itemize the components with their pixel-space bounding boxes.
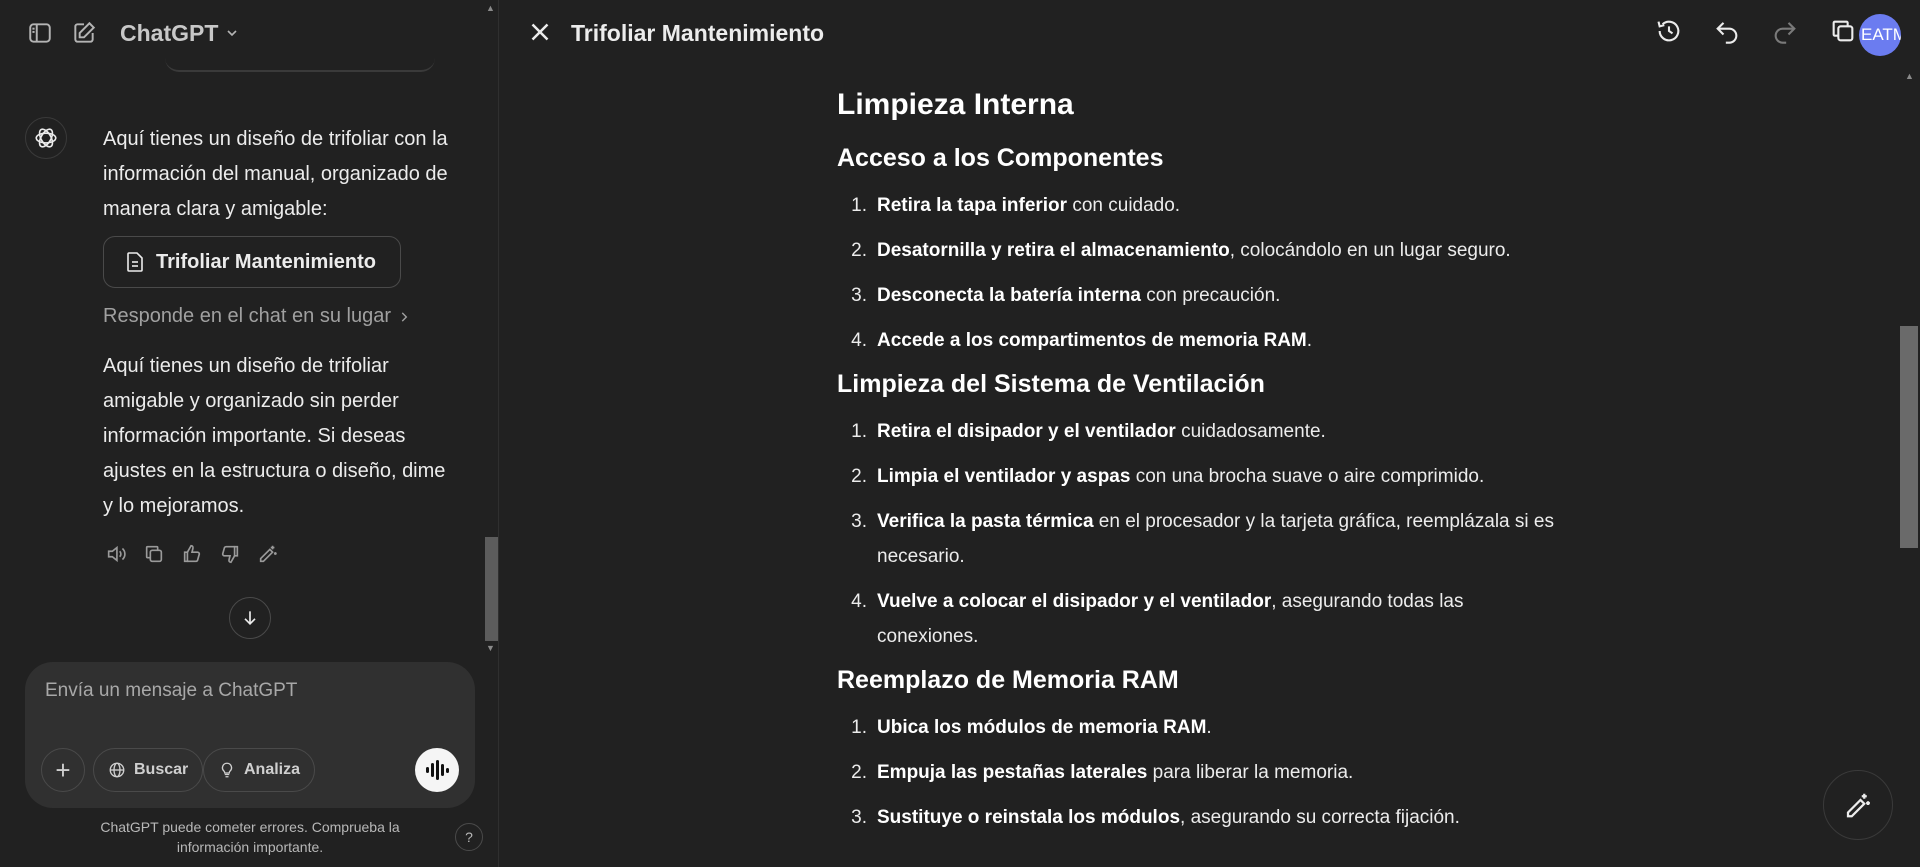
- document-content: Limpieza Interna Acceso a los Componente…: [837, 88, 1557, 847]
- sidebar-icon[interactable]: [24, 17, 56, 49]
- message-composer: + Buscar Analiza: [25, 662, 475, 808]
- chatgpt-logo-icon: [25, 117, 67, 159]
- section-title: Limpieza del Sistema de Ventilación: [837, 370, 1265, 398]
- speaker-icon[interactable]: [103, 541, 129, 567]
- scrollbar-thumb[interactable]: [485, 537, 498, 641]
- edit-magic-icon[interactable]: [255, 541, 281, 567]
- scroll-up-arrow-icon[interactable]: ▲: [486, 3, 495, 13]
- list-item: 2. Limpia el ventilador y aspas con una b…: [851, 466, 1485, 487]
- close-icon[interactable]: [525, 17, 555, 52]
- document-heading: Limpieza Interna: [837, 88, 1074, 121]
- canvas-scrollbar[interactable]: ▲: [1898, 66, 1920, 867]
- document-card[interactable]: Trifoliar Mantenimiento: [103, 236, 401, 288]
- section-list: 1. Ubica los módulos de memoria RAM. 2. Em…: [837, 710, 1557, 835]
- scrollbar-thumb[interactable]: [1900, 326, 1918, 548]
- thumbs-up-icon[interactable]: [179, 541, 205, 567]
- chat-header: ChatGPT: [0, 0, 498, 66]
- model-selector[interactable]: ChatGPT: [120, 20, 240, 47]
- user-avatar[interactable]: EATM: [1859, 14, 1901, 56]
- document-icon: [127, 252, 143, 272]
- list-item: 1. Retira el disipador y el ventilador cu…: [851, 421, 1326, 442]
- model-name: ChatGPT: [120, 19, 219, 46]
- list-item: 3. Desconecta la batería interna con prec…: [851, 285, 1281, 306]
- disclaimer-text: ChatGPT puede cometer errores. Comprueba…: [100, 819, 400, 855]
- list-item: 4. Accede a los compartimentos de memoria…: [851, 330, 1313, 351]
- message-actions: [103, 541, 281, 567]
- list-item: 1. Ubica los módulos de memoria RAM.: [851, 717, 1212, 738]
- section-title: Acceso a los Componentes: [837, 144, 1164, 172]
- section-title: Reemplazo de Memoria RAM: [837, 666, 1179, 694]
- arrow-down-icon: [244, 611, 256, 626]
- search-button[interactable]: Buscar: [93, 748, 204, 792]
- globe-icon: [109, 762, 125, 778]
- assistant-message: Aquí tienes un diseño de trifoliar amiga…: [103, 355, 446, 517]
- section-list: 1. Retira la tapa inferior con cuidado. 2…: [837, 188, 1557, 358]
- voice-mode-button[interactable]: [415, 748, 459, 792]
- plus-icon: +: [55, 754, 71, 785]
- scroll-up-arrow-icon[interactable]: ▲: [1905, 71, 1914, 81]
- add-button[interactable]: +: [41, 748, 85, 792]
- edit-magic-icon: [1846, 793, 1870, 818]
- copy-icon[interactable]: [141, 541, 167, 567]
- canvas-title: Trifoliar Mantenimiento: [571, 20, 825, 46]
- list-item: 3. Verifica la pasta térmica en el proces…: [851, 511, 1554, 567]
- list-item: 2. Empuja las pestañas laterales para lib…: [851, 762, 1354, 783]
- respond-link-label: Responde en el chat en su lugar: [103, 305, 391, 327]
- chevron-right-icon: [401, 311, 408, 322]
- list-item: 1. Retira la tapa inferior con cuidado.: [851, 195, 1181, 216]
- search-button-label: Buscar: [134, 761, 189, 778]
- list-item: 3. Sustituye o reinstala los módulos, ase…: [851, 807, 1460, 828]
- chat-panel: ChatGPT Aquí tienes un diseño de trifoli…: [0, 0, 499, 867]
- redo-icon[interactable]: [1768, 14, 1802, 48]
- scroll-down-button[interactable]: [229, 597, 271, 639]
- undo-icon[interactable]: [1710, 14, 1744, 48]
- lightbulb-icon: [221, 762, 233, 778]
- new-chat-icon[interactable]: [68, 17, 100, 49]
- voice-waveform-icon: [426, 760, 449, 780]
- list-item: 4. Vuelve a colocar el disipador y el ven…: [851, 591, 1464, 647]
- document-card-label: Trifoliar Mantenimiento: [156, 250, 377, 273]
- previous-message-bubble: [165, 58, 435, 72]
- chevron-down-icon: [227, 30, 237, 37]
- message-input[interactable]: [45, 680, 445, 702]
- chat-scrollbar[interactable]: ▲ ▼: [484, 0, 498, 655]
- copy-icon[interactable]: [1826, 14, 1860, 48]
- thumbs-down-icon[interactable]: [217, 541, 243, 567]
- canvas-header: Trifoliar Mantenimiento EATM: [500, 0, 1920, 66]
- section-list: 1. Retira el disipador y el ventilador cu…: [837, 414, 1557, 654]
- analyze-button-label: Analiza: [244, 761, 301, 778]
- canvas-toolbar: [1652, 14, 1860, 48]
- canvas-panel: Trifoliar Mantenimiento EATM Limpieza In…: [500, 0, 1920, 867]
- assistant-message: Aquí tienes un diseño de trifoliar con l…: [103, 128, 448, 220]
- history-icon[interactable]: [1652, 14, 1686, 48]
- analyze-button[interactable]: Analiza: [203, 748, 316, 792]
- edit-suggestions-button[interactable]: [1823, 770, 1893, 840]
- scroll-down-arrow-icon[interactable]: ▼: [486, 643, 495, 653]
- respond-in-chat-link[interactable]: Responde en el chat en su lugar: [103, 305, 411, 328]
- list-item: 2. Desatornilla y retira el almacenamient…: [851, 240, 1511, 261]
- help-button[interactable]: ?: [455, 823, 483, 851]
